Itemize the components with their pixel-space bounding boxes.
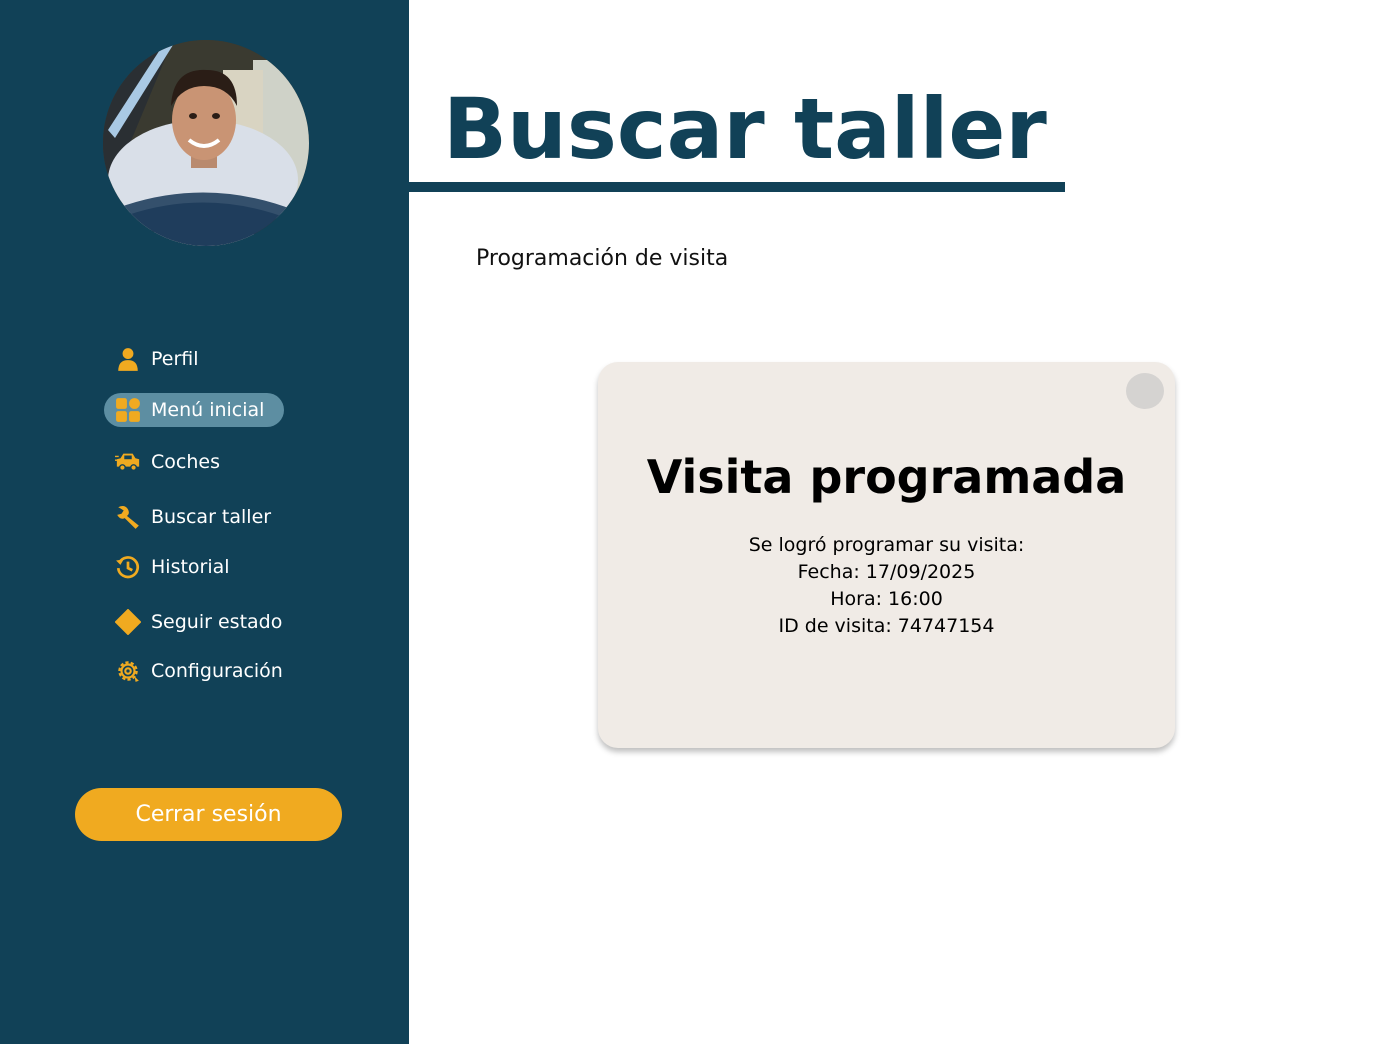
sidebar-item-label: Menú inicial (151, 399, 265, 421)
visit-confirmation-modal: Visita programada Se logró programar su … (598, 362, 1175, 748)
logout-button[interactable]: Cerrar sesión (75, 788, 342, 841)
sidebar-item-label: Coches (151, 451, 220, 473)
visit-date: Fecha: 17/09/2025 (797, 561, 976, 583)
visit-time: Hora: 16:00 (830, 588, 943, 610)
sidebar-item-menu-inicial[interactable]: Menú inicial (104, 393, 285, 427)
sidebar-item-label: Configuración (151, 660, 283, 682)
history-icon (115, 554, 141, 580)
close-button[interactable] (1126, 373, 1164, 409)
sidebar-item-historial[interactable]: Historial (104, 550, 250, 584)
car-icon (115, 449, 141, 475)
sidebar-item-label: Buscar taller (151, 506, 272, 528)
modal-title: Visita programada (646, 450, 1127, 504)
page-title: Buscar taller (443, 80, 1047, 178)
sidebar-item-buscar-taller[interactable]: Buscar taller (104, 500, 291, 534)
user-icon (115, 346, 141, 372)
visit-id: ID de visita: 74747154 (778, 615, 995, 637)
sidebar-item-label: Historial (151, 556, 230, 578)
avatar[interactable] (103, 40, 309, 246)
sidebar-item-label: Perfil (151, 348, 199, 370)
grid-icon (115, 397, 141, 423)
sidebar-item-coches[interactable]: Coches (104, 445, 240, 479)
profile-photo (103, 40, 309, 246)
wrench-icon (115, 504, 141, 530)
sidebar-item-seguir-estado[interactable]: Seguir estado (104, 605, 302, 639)
sidebar-item-configuracion[interactable]: Configuración (104, 654, 303, 688)
title-underline (409, 182, 1065, 192)
sidebar: Perfil Menú inicial Coches Buscar taller… (0, 0, 409, 1044)
diamond-icon (115, 609, 141, 635)
section-label: Programación de visita (476, 246, 729, 271)
gear-icon (115, 658, 141, 684)
sidebar-item-perfil[interactable]: Perfil (104, 342, 219, 376)
confirmation-message: Se logró programar su visita: (748, 534, 1025, 556)
sidebar-item-label: Seguir estado (151, 611, 283, 633)
modal-body: Se logró programar su visita: Fecha: 17/… (598, 532, 1175, 640)
